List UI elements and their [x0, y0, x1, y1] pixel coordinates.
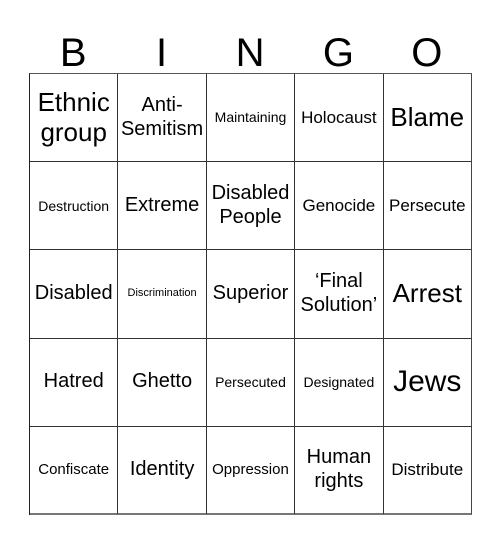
bingo-cell[interactable]: Discrimination — [118, 250, 207, 339]
cell-text: Designated — [303, 373, 375, 390]
header-letter-o: O — [411, 31, 443, 75]
cell-text: Hatred — [43, 370, 104, 393]
cell-text: Oppression — [212, 461, 289, 478]
bingo-cell[interactable]: Ghetto — [118, 338, 207, 427]
bingo-cell[interactable]: Disabled People — [206, 162, 296, 251]
bingo-cell[interactable]: Jews — [383, 338, 472, 427]
bingo-cell[interactable]: Holocaust — [295, 74, 384, 163]
bingo-cell[interactable]: Arrest — [383, 250, 472, 339]
bingo-cell[interactable]: Ethnic group — [30, 74, 119, 163]
bingo-cell[interactable]: Anti- Semitism — [118, 74, 207, 163]
cell-text: Arrest — [392, 278, 462, 309]
header-letter-n: N — [235, 31, 265, 75]
bingo-cell[interactable]: Human rights — [295, 426, 384, 515]
cell-text: Anti- Semitism — [120, 94, 204, 140]
cell-text: Confiscate — [38, 461, 110, 478]
cell-text: Persecuted — [215, 373, 286, 390]
bingo-cell[interactable]: Maintaining — [206, 74, 296, 163]
cell-text: Blame — [390, 101, 465, 132]
bingo-cell[interactable]: Persecute — [383, 162, 472, 251]
bingo-cell[interactable]: Hatred — [30, 338, 119, 427]
cell-text: Superior — [212, 282, 289, 305]
bingo-card: B I N G O Ethnic group Anti- Semitism Main… — [29, 0, 472, 515]
bingo-cell[interactable]: Oppression — [206, 426, 296, 515]
bingo-cell[interactable]: ‘Final Solution’ — [295, 250, 384, 339]
cell-text: Identity — [129, 458, 195, 481]
cell-text: Disabled People — [211, 182, 290, 228]
cell-text: Human rights — [306, 446, 372, 492]
cell-text: Ghetto — [132, 370, 193, 393]
cell-text: Ethnic group — [37, 86, 110, 147]
header-letter-b: B — [59, 31, 87, 75]
cell-text: Persecute — [388, 195, 466, 215]
header-letter-i: I — [156, 31, 168, 75]
bingo-cell[interactable]: Distribute — [383, 426, 472, 515]
cell-text: Maintaining — [214, 109, 287, 126]
bingo-cell[interactable]: Confiscate — [30, 426, 119, 515]
cell-text: Destruction — [38, 197, 110, 214]
bingo-header: B I N G O — [29, 0, 471, 73]
cell-text: Extreme — [124, 193, 200, 216]
bingo-cell[interactable]: Superior — [206, 250, 296, 339]
bingo-cell[interactable]: Destruction — [30, 162, 119, 251]
cell-text: Distribute — [391, 459, 464, 479]
cell-text: ‘Final Solution’ — [300, 270, 378, 316]
header-letter-g: G — [322, 31, 354, 75]
bingo-grid: Ethnic group Anti- Semitism Maintaining Ho… — [29, 73, 472, 515]
bingo-cell[interactable]: Identity — [118, 426, 207, 515]
bingo-cell[interactable]: Extreme — [118, 162, 207, 251]
cell-text: Jews — [393, 365, 462, 399]
bingo-cell[interactable]: Designated — [295, 338, 384, 427]
cell-text: Genocide — [302, 195, 376, 215]
bingo-cell[interactable]: Disabled — [30, 250, 119, 339]
cell-text: Discrimination — [127, 287, 197, 300]
cell-text: Holocaust — [301, 107, 377, 127]
bingo-cell[interactable]: Genocide — [295, 162, 384, 251]
cell-text: Disabled — [34, 282, 113, 305]
bingo-cell[interactable]: Blame — [383, 74, 472, 163]
bingo-cell[interactable]: Persecuted — [206, 338, 296, 427]
